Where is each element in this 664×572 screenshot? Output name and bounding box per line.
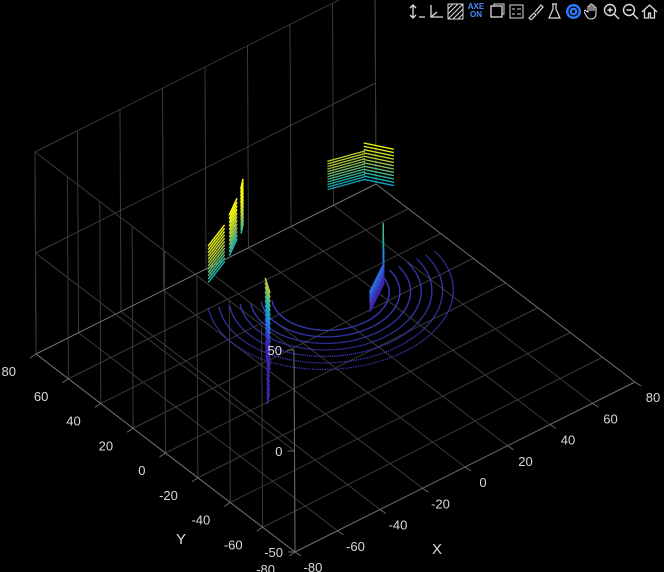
y-tick-label: 80 (2, 364, 16, 379)
x-tick-label: -80 (304, 560, 323, 572)
x-tick-label: -20 (431, 496, 450, 511)
y-tick-label: 60 (34, 389, 48, 404)
z-tick-label: -50 (264, 545, 283, 560)
z-tick-label: 0 (275, 444, 282, 459)
x-tick-label: 40 (561, 433, 575, 448)
x-axis-label: X (432, 541, 442, 558)
x-tick-label: -60 (346, 539, 365, 554)
y-tick-label: 0 (138, 463, 145, 478)
y-tick-label: -20 (159, 488, 178, 503)
x-tick-label: 80 (646, 390, 660, 405)
y-tick-label: -80 (256, 562, 275, 572)
x-tick-label: 0 (479, 475, 486, 490)
y-axis-label: Y (176, 531, 186, 548)
y-tick-label: -60 (224, 537, 243, 552)
y-tick-label: 40 (66, 414, 80, 429)
plot-area[interactable]: -80 -60 -40 -20 0 20 40 60 80 80 60 40 20 0 -20 -40 -60 -… (0, 0, 664, 572)
z-tick-label: 50 (268, 343, 282, 358)
y-tick-label: 20 (99, 438, 113, 453)
y-tick-label: -40 (191, 513, 210, 528)
x-tick-label: -40 (389, 518, 408, 533)
grid-lines (34, 0, 636, 553)
x-tick-label: 20 (518, 454, 532, 469)
x-tick-label: 60 (603, 411, 617, 426)
